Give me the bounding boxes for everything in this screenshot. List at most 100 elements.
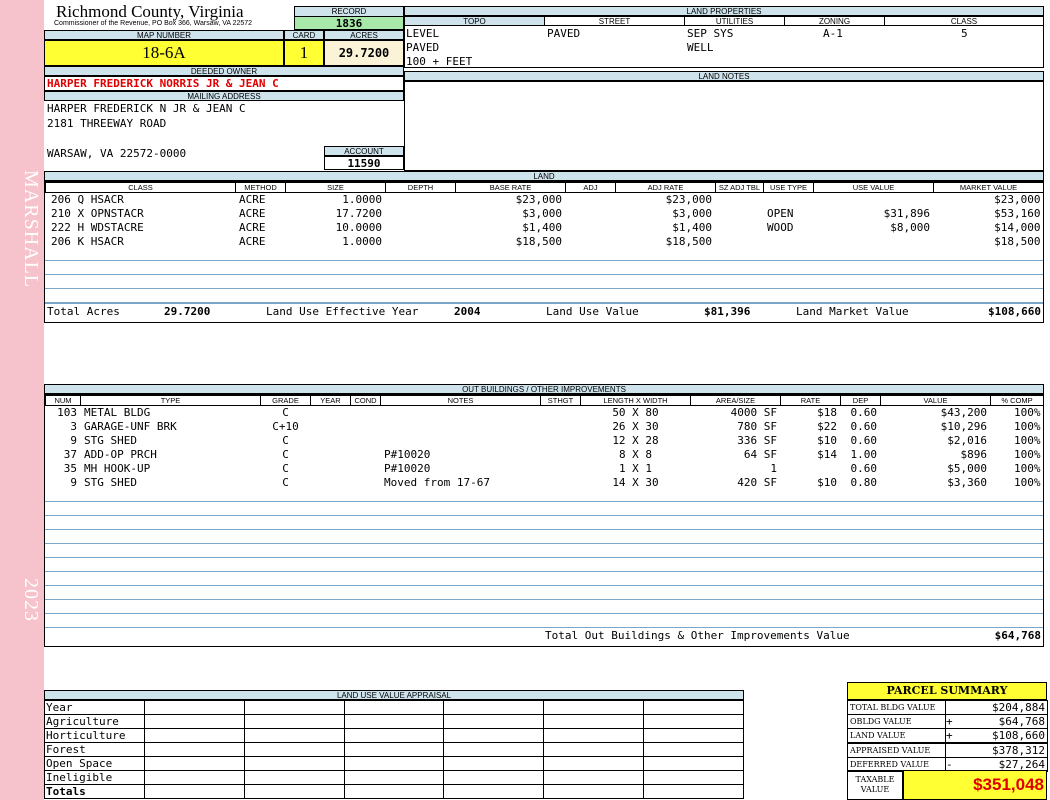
outbuilding-cell bbox=[541, 406, 581, 420]
outbuilding-row: 103 METAL BLDG C 50 X 80 4000 SF $18 0.60 $43,2… bbox=[46, 406, 1044, 420]
outbuilding-row: 35 MH HOOK-UP C P#10020 1 X 1 1 0.60 $5,000 100% bbox=[46, 462, 1044, 476]
land-cell: $31,896 bbox=[883, 207, 930, 220]
outbuilding-cell: $896 bbox=[960, 448, 988, 461]
land-use-row: Year bbox=[44, 700, 744, 715]
class-value: 5 bbox=[961, 27, 968, 40]
land-use-cell bbox=[144, 714, 245, 729]
land-use-cell bbox=[643, 784, 744, 799]
county-subtitle: Commissioner of the Revenue, PO Box 366,… bbox=[54, 20, 253, 27]
land-use-cell bbox=[543, 770, 645, 785]
land-cell: OPEN bbox=[767, 207, 794, 220]
street-header: STREET bbox=[545, 17, 685, 26]
outbuilding-cell: 50 X 80 bbox=[612, 406, 659, 420]
parcel-summary-row: OBLDG VALUE + $64,768 bbox=[847, 714, 1048, 729]
outbuilding-cell bbox=[351, 420, 381, 434]
outbuilding-cell bbox=[311, 448, 351, 462]
parcel-summary-row: TOTAL BLDG VALUE $204,884 bbox=[847, 700, 1048, 715]
outbuilding-col-header: STHGT bbox=[540, 395, 581, 406]
land-col-header: METHOD bbox=[235, 182, 286, 193]
outbuilding-cell: C bbox=[282, 434, 289, 447]
acres-label: ACRES bbox=[324, 30, 404, 40]
land-col-header: ADJ RATE bbox=[615, 182, 716, 193]
outbuilding-row: 3 GARAGE-UNF BRK C+10 26 X 30 780 SF $22 0.60 $… bbox=[46, 420, 1044, 434]
account-label: ACCOUNT bbox=[324, 146, 404, 156]
zoning-header: ZONING bbox=[785, 17, 885, 26]
land-use-row-label: Year bbox=[44, 700, 145, 715]
land-empty-rows bbox=[45, 247, 1043, 303]
outbuilding-cell: STG SHED bbox=[84, 434, 137, 447]
outbuilding-cell: 8 X 8 bbox=[618, 448, 653, 461]
street-value: PAVED bbox=[547, 27, 581, 40]
outbuilding-cell bbox=[311, 420, 351, 434]
outbuilding-cell: 4000 SF bbox=[730, 406, 777, 420]
land-cell: $23,000 bbox=[515, 193, 562, 207]
land-use-cell bbox=[543, 714, 645, 729]
land-header-row: CLASS METHOD SIZE DEPTH BASE RATE ADJ ADJ RATE… bbox=[45, 182, 1044, 193]
land-cell: 222 H WDSTACRE bbox=[51, 221, 144, 234]
mail-line-1: HARPER FREDERICK N JR & JEAN C bbox=[47, 102, 246, 115]
parcel-summary-value: $378,312 bbox=[957, 742, 1048, 758]
outbuilding-cell: 0.60 bbox=[850, 420, 878, 433]
outbuilding-cell: 100% bbox=[1014, 420, 1041, 433]
outbuilding-cell: C bbox=[282, 462, 289, 475]
land-use-cell bbox=[243, 770, 345, 785]
land-use-cell bbox=[343, 700, 445, 715]
land-use-cell bbox=[443, 742, 545, 757]
outbuildings-empty-rows bbox=[45, 488, 1043, 628]
land-use-cell bbox=[443, 784, 545, 799]
land-use-cell bbox=[343, 770, 445, 785]
land-col-header: USE VALUE bbox=[813, 182, 934, 193]
parcel-summary-sign bbox=[945, 700, 958, 715]
outbuilding-cell bbox=[351, 462, 381, 476]
land-use-cell bbox=[543, 700, 645, 715]
outbuilding-cell bbox=[541, 462, 581, 476]
land-row: 210 X OPNSTACR ACRE 17.7200 $3,000 $3,000 OPE… bbox=[46, 207, 1044, 221]
land-use-cell bbox=[343, 728, 445, 743]
map-number-label: MAP NUMBER bbox=[44, 30, 284, 40]
outbuilding-cell: 0.60 bbox=[850, 434, 878, 447]
land-use-appraisal-table: Year Agriculture Horticulture Forest Open Sp… bbox=[44, 700, 744, 799]
outbuilding-cell: $10 bbox=[817, 434, 837, 447]
parcel-summary-row: APPRAISED VALUE $378,312 bbox=[847, 742, 1048, 758]
parcel-summary-row: LAND VALUE + $108,660 bbox=[847, 728, 1048, 744]
land-cell bbox=[566, 221, 616, 235]
record-number: 1836 bbox=[294, 16, 404, 30]
zoning-value: A-1 bbox=[823, 27, 843, 40]
outbuilding-cell: 100% bbox=[1014, 434, 1041, 447]
land-col-header: USE TYPE bbox=[763, 182, 814, 193]
parcel-summary-table: TOTAL BLDG VALUE $204,884 OBLDG VALUE + $64,… bbox=[847, 700, 1048, 772]
land-use-row: Totals bbox=[44, 784, 744, 799]
outbuilding-cell: P#10020 bbox=[384, 462, 431, 475]
outbuilding-cell bbox=[311, 406, 351, 420]
outbuilding-col-header: AREA/SIZE bbox=[690, 395, 781, 406]
land-use-cell bbox=[643, 714, 744, 729]
outbuildings-box: NUM TYPE GRADE YEAR COND NOTES STHGT LENGTH X W… bbox=[44, 394, 1044, 647]
land-col-header: DEPTH bbox=[385, 182, 456, 193]
land-title: LAND bbox=[44, 171, 1044, 181]
outbuilding-cell bbox=[541, 448, 581, 462]
outbuilding-col-header: NOTES bbox=[380, 395, 541, 406]
land-use-cell bbox=[243, 784, 345, 799]
land-cell: $8,000 bbox=[890, 221, 930, 234]
outbuildings-title: OUT BUILDINGS / OTHER IMPROVEMENTS bbox=[44, 384, 1044, 394]
effective-year: 2004 bbox=[454, 305, 481, 318]
land-use-value: $81,396 bbox=[704, 305, 751, 318]
land-use-cell bbox=[543, 784, 645, 799]
outbuilding-cell bbox=[351, 406, 381, 420]
outbuilding-cell: 100% bbox=[1014, 406, 1041, 420]
outbuilding-cell: C bbox=[282, 448, 289, 461]
outbuilding-cell: 35 bbox=[63, 462, 77, 475]
outbuilding-cell: C bbox=[282, 406, 289, 420]
parcel-summary-value: $64,768 bbox=[957, 714, 1048, 729]
land-use-cell bbox=[144, 742, 245, 757]
parcel-summary-label: LAND VALUE bbox=[847, 728, 946, 744]
land-cell: 1.0000 bbox=[342, 193, 382, 207]
outbuilding-cell: 1.00 bbox=[850, 448, 878, 461]
taxable-value-label: TAXABLE VALUE bbox=[847, 770, 903, 800]
parcel-summary-label: TOTAL BLDG VALUE bbox=[847, 700, 946, 715]
land-use-cell bbox=[443, 756, 545, 771]
land-cell: 210 X OPNSTACR bbox=[51, 207, 144, 220]
land-cell: 10.0000 bbox=[335, 221, 382, 234]
outbuilding-cell: 12 X 28 bbox=[612, 434, 659, 447]
outbuilding-cell: 37 bbox=[63, 448, 77, 461]
